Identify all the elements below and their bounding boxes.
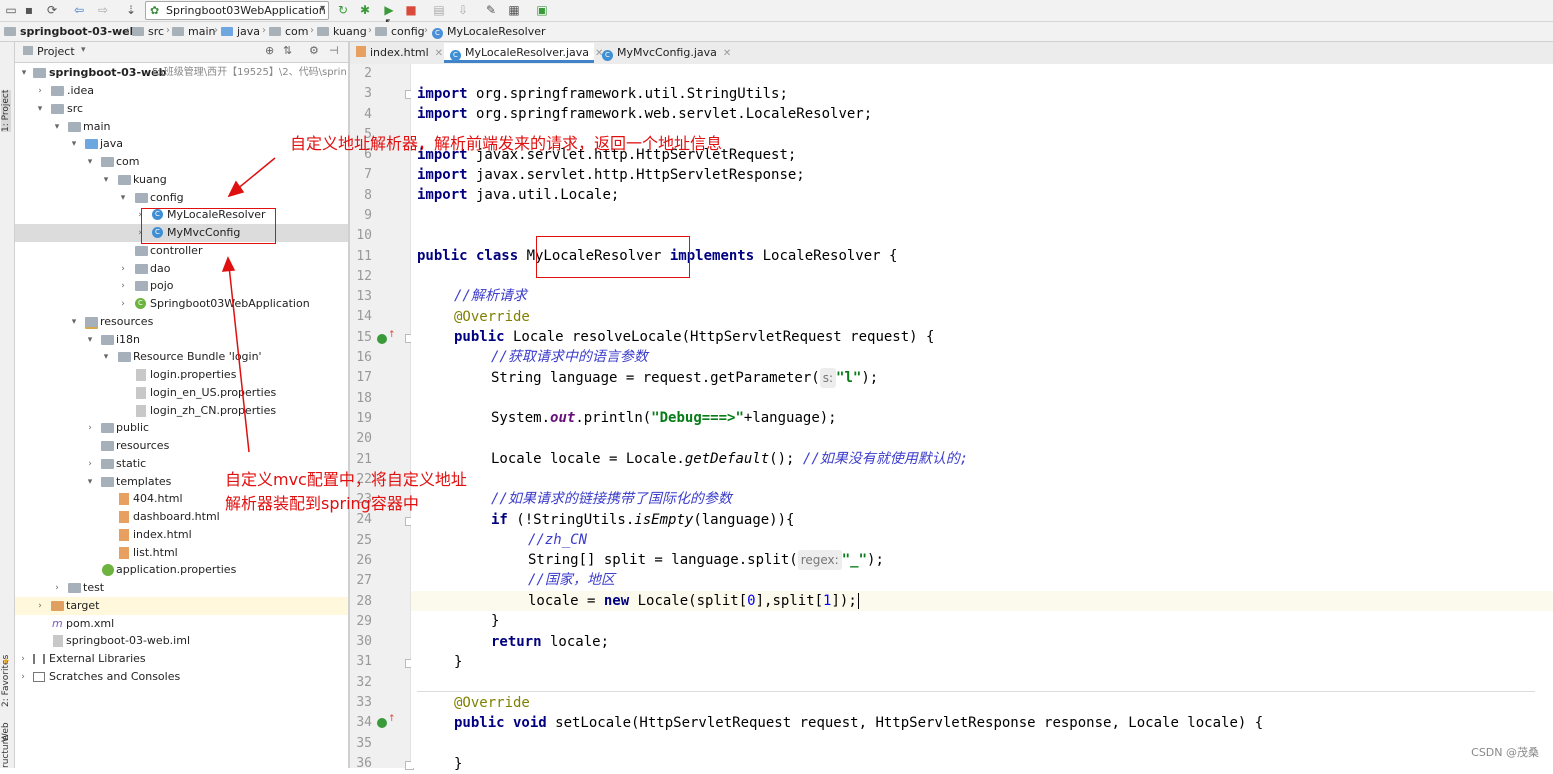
arrow-to-resolver — [235, 157, 276, 191]
annotation-resolver: 自定义地址解析器，解析前端发来的请求，返回一个地址信息 — [290, 134, 723, 153]
annotation-arrows — [221, 157, 276, 453]
arrow-to-config — [228, 265, 250, 453]
annotation-config-line1: 自定义mvc配置中，将自定义地址 — [225, 470, 467, 489]
watermark: CSDN @茂桑 — [1471, 746, 1539, 759]
annotation-config-line2: 解析器装配到spring容器中 — [225, 494, 419, 513]
arrow-head-top — [227, 180, 245, 198]
arrow-head-bottom — [221, 256, 236, 272]
